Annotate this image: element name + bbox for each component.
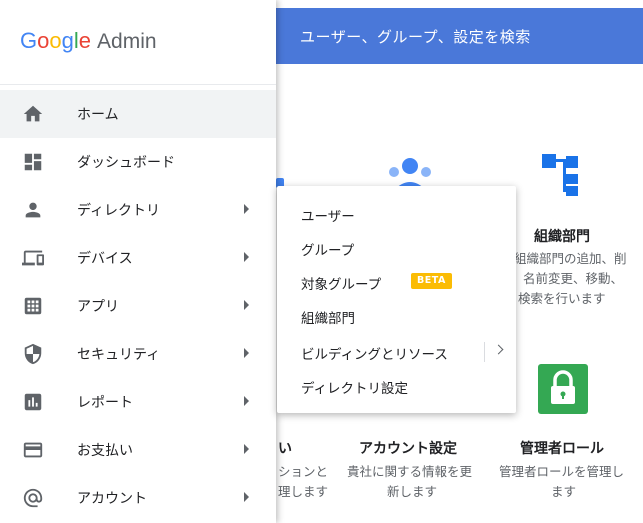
partial-card-desc-1: ションと [278, 464, 329, 479]
home-icon [23, 105, 43, 122]
nav-item-devices[interactable]: デバイス [0, 234, 276, 282]
submenu-divider [484, 342, 485, 362]
logo-product-name: Admin [97, 30, 157, 53]
chevron-right-icon[interactable] [493, 344, 504, 355]
nav-item-reports[interactable]: レポート [0, 378, 276, 426]
chevron-right-icon [244, 396, 249, 406]
search-placeholder: ユーザー、グループ、設定を検索 [300, 28, 531, 46]
submenu-item-users[interactable]: ユーザー [277, 196, 516, 230]
search-bar[interactable]: ユーザー、グループ、設定を検索 [276, 8, 643, 64]
nav-divider [0, 84, 276, 85]
apps-grid-icon [24, 297, 42, 315]
person-icon [25, 202, 41, 218]
partial-card-title[interactable]: い [278, 438, 292, 458]
nav-item-dashboard[interactable]: ダッシュボード [0, 138, 276, 186]
users-group-icon[interactable] [386, 156, 434, 190]
beta-badge: BETA [411, 273, 452, 289]
side-navigation: GoogleAdmin ホーム ダッシュボード ディレクトリ デバイス アプリ [0, 0, 276, 523]
nav-item-security[interactable]: セキュリティ [0, 330, 276, 378]
chevron-right-icon [244, 252, 249, 262]
at-sign-icon [23, 488, 43, 508]
submenu-item-directory-settings[interactable]: ディレクトリ設定 [277, 368, 516, 402]
org-units-card-desc-1: 組織部門の追加、削 [514, 251, 627, 266]
shield-icon [24, 343, 42, 365]
devices-icon [22, 250, 44, 266]
nav-item-home[interactable]: ホーム [0, 90, 276, 138]
submenu-item-org-units[interactable]: 組織部門 [277, 298, 516, 332]
nav-item-account[interactable]: アカウント [0, 474, 276, 522]
admin-roles-card-title[interactable]: 管理者ロール [520, 438, 604, 458]
credit-card-icon [23, 442, 43, 458]
nav-item-apps[interactable]: アプリ [0, 282, 276, 330]
chevron-right-icon [244, 204, 249, 214]
submenu-item-target-groups[interactable]: 対象グループ BETA [277, 264, 516, 298]
org-units-card-desc-2: 名前変更、移動、 [523, 271, 624, 286]
chevron-right-icon [244, 492, 249, 502]
dashboard-icon [24, 153, 42, 171]
nav-item-directory[interactable]: ディレクトリ [0, 186, 276, 234]
nav-item-billing[interactable]: お支払い [0, 426, 276, 474]
admin-roles-card-desc-1: 管理者ロールを管理し [499, 464, 625, 479]
org-units-icon[interactable] [542, 154, 584, 196]
chevron-right-icon [244, 444, 249, 454]
google-admin-logo[interactable]: Google Admin [20, 28, 157, 54]
admin-roles-lock-icon[interactable] [538, 364, 588, 414]
org-units-card-desc-3: 検索を行います [518, 291, 606, 306]
submenu-item-buildings-resources[interactable]: ビルディングとリソース [277, 334, 516, 368]
account-settings-card-desc-2: 新します [387, 484, 438, 499]
account-settings-card-title[interactable]: アカウント設定 [359, 438, 457, 458]
submenu-item-groups[interactable]: グループ [277, 230, 516, 264]
org-units-card-title[interactable]: 組織部門 [534, 226, 590, 246]
chevron-right-icon [244, 348, 249, 358]
account-settings-card-desc-1: 貴社に関する情報を更 [347, 464, 473, 479]
admin-roles-card-desc-2: ます [551, 484, 577, 499]
partial-card-desc-2: 理します [278, 484, 329, 499]
report-chart-icon [24, 393, 42, 411]
directory-submenu: ユーザー グループ 対象グループ BETA 組織部門 ビルディングとリソース デ… [277, 186, 516, 413]
chevron-right-icon [244, 300, 249, 310]
